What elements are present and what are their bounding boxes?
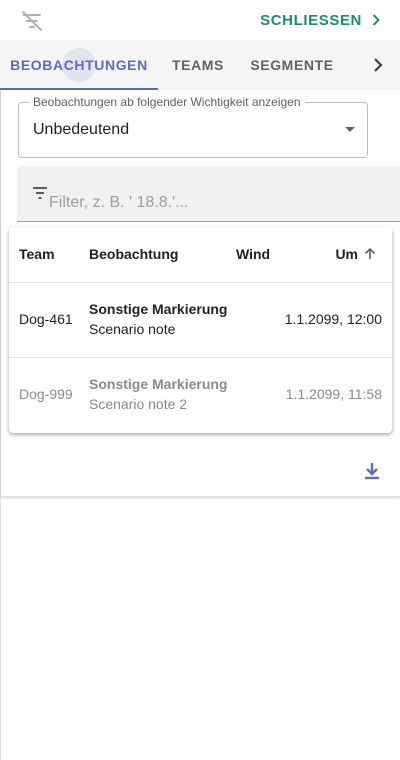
sort-arrow-up-icon (364, 247, 376, 259)
column-header-team[interactable]: Team (19, 246, 55, 262)
column-header-time-label: Um (335, 246, 358, 262)
observation-note: Scenario note (89, 321, 176, 337)
cell-team: Dog-999 (19, 386, 73, 402)
tab-bar: BEOBACHTUNGEN TEAMS SEGMENTE (0, 40, 400, 90)
observation-title: Sonstige Markierung (89, 376, 228, 392)
tab-segmente[interactable]: SEGMENTE (238, 40, 346, 90)
column-header-wind[interactable]: Wind (236, 246, 270, 262)
cell-time: 1.1.2099, 12:00 (284, 311, 382, 327)
tab-label: TEAMS (172, 57, 224, 73)
column-header-observation[interactable]: Beobachtung (89, 246, 178, 262)
column-header-time[interactable]: Um (335, 246, 378, 262)
close-button-label: SCHLIESSEN (260, 11, 362, 29)
chevron-right-icon (372, 14, 380, 26)
observation-note: Scenario note 2 (89, 396, 188, 412)
cell-observation: Sonstige Markierung Scenario note 2 (89, 376, 227, 412)
observation-title: Sonstige Markierung (89, 301, 228, 317)
tab-teams[interactable]: TEAMS (158, 40, 238, 90)
filter-off-icon[interactable] (20, 9, 44, 33)
tab-beobachtungen[interactable]: BEOBACHTUNGEN (0, 40, 158, 90)
importance-select[interactable]: Beobachtungen ab folgender Wichtigkeit a… (18, 95, 368, 158)
filter-icon (33, 187, 47, 199)
download-icon[interactable] (361, 460, 383, 482)
cell-team: Dog-461 (19, 311, 73, 327)
cell-observation: Sonstige Markierung Scenario note (89, 301, 227, 337)
cell-time: 1.1.2099, 11:58 (285, 386, 382, 402)
table-header: Team Beobachtung Wind Um (9, 227, 392, 283)
filter-field[interactable] (17, 166, 400, 222)
table-row[interactable]: Dog-999 Sonstige Markierung Scenario not… (9, 358, 392, 433)
filter-input[interactable] (49, 192, 379, 214)
dropdown-arrow-icon (345, 127, 355, 132)
observations-table: Team Beobachtung Wind Um Dog-461 Sonstig… (9, 227, 392, 433)
importance-select-label: Beobachtungen ab folgender Wichtigkeit a… (29, 95, 305, 109)
close-button[interactable]: SCHLIESSEN (260, 8, 386, 32)
importance-select-value: Unbedeutend (33, 121, 130, 138)
top-bar: SCHLIESSEN (0, 0, 400, 40)
tab-label: BEOBACHTUNGEN (10, 57, 148, 73)
table-row[interactable]: Dog-461 Sonstige Markierung Scenario not… (9, 283, 392, 358)
tabs-next-icon[interactable] (366, 53, 390, 77)
tab-label: SEGMENTE (250, 57, 334, 73)
